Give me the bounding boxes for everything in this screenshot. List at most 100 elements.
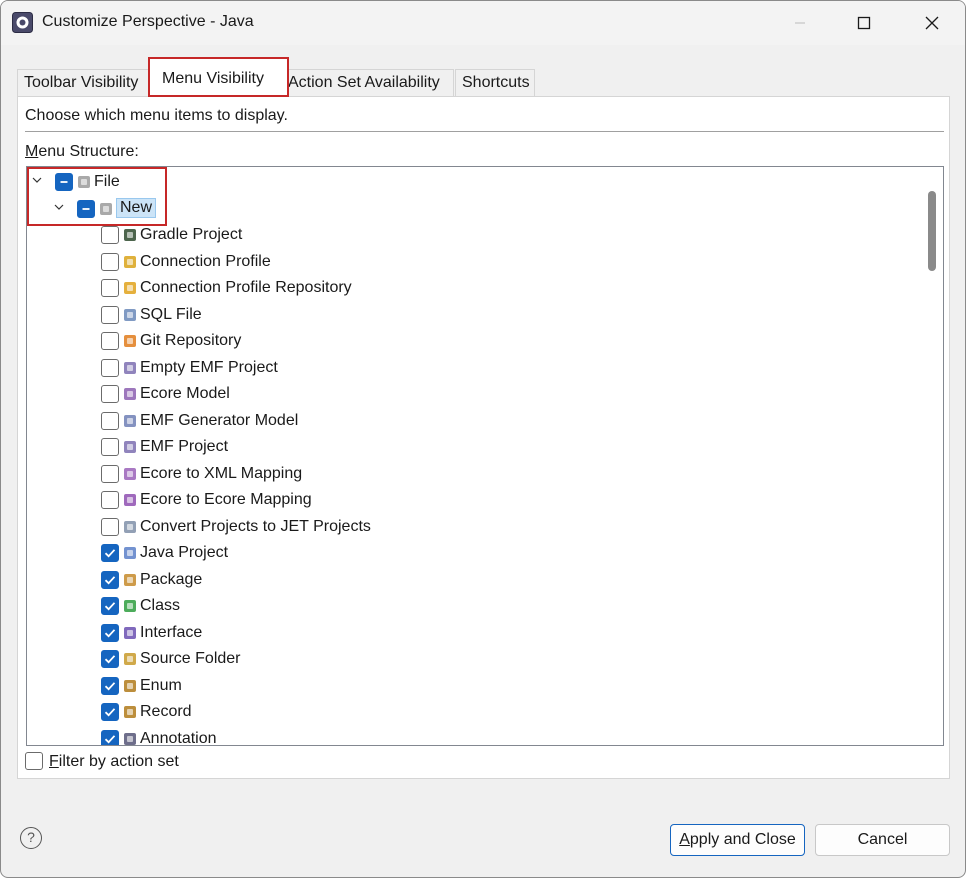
- item-checkbox[interactable]: [101, 411, 119, 430]
- item-label: Enum: [140, 676, 182, 694]
- connection-profile-icon: [122, 254, 138, 270]
- ecore-mapping-icon: [122, 492, 138, 508]
- tree-item-new[interactable]: New: [27, 197, 919, 223]
- tree-item-sql-file[interactable]: SQL File: [27, 303, 919, 329]
- file-icon: [76, 174, 92, 190]
- item-label: New: [116, 197, 157, 218]
- tree-item-gradle-project[interactable]: Gradle Project: [27, 223, 919, 249]
- item-label: Ecore to Ecore Mapping: [140, 491, 312, 508]
- item-checkbox[interactable]: [101, 305, 119, 324]
- item-label: Ecore Model: [140, 385, 230, 402]
- source-folder-icon: [122, 651, 138, 667]
- item-checkbox[interactable]: [101, 729, 119, 745]
- tree-item-convert-projects-to-jet-projects[interactable]: Convert Projects to JET Projects: [27, 515, 919, 541]
- emf-project-icon: [122, 439, 138, 455]
- new-icon: [98, 201, 114, 217]
- tab-action-set-availability[interactable]: Action Set Availability: [281, 69, 454, 97]
- menu-visibility-panel: Choose which menu items to display. Menu…: [17, 96, 950, 779]
- item-label: EMF Project: [140, 438, 229, 455]
- item-checkbox[interactable]: [101, 623, 119, 642]
- item-checkbox[interactable]: [101, 650, 119, 668]
- tree-item-ecore-to-ecore-mapping[interactable]: Ecore to Ecore Mapping: [27, 488, 919, 514]
- tree-item-empty-emf-project[interactable]: Empty EMF Project: [27, 356, 919, 382]
- item-label: Record: [140, 703, 192, 720]
- apply-and-close-button[interactable]: Apply and Close: [670, 824, 805, 856]
- tab-menu-visibility[interactable]: Menu Visibility: [148, 57, 289, 97]
- vertical-scrollbar[interactable]: [919, 167, 943, 745]
- item-label: SQL File: [140, 305, 202, 323]
- emf-generator-icon: [122, 413, 138, 429]
- tree-item-enum[interactable]: Enum: [27, 674, 919, 700]
- tree-item-package[interactable]: Package: [27, 568, 919, 594]
- item-checkbox[interactable]: [101, 676, 119, 695]
- tree-item-connection-profile-repository[interactable]: Connection Profile Repository: [27, 276, 919, 302]
- item-label: Java Project: [140, 544, 229, 561]
- enum-icon: [122, 678, 138, 694]
- minimize-button[interactable]: [771, 1, 829, 45]
- tree-item-file[interactable]: File: [27, 170, 919, 196]
- xml-mapping-icon: [122, 466, 138, 482]
- item-checkbox[interactable]: [101, 226, 119, 244]
- item-checkbox[interactable]: [101, 544, 119, 562]
- item-label: Convert Projects to JET Projects: [140, 517, 371, 535]
- item-label: Interface: [140, 623, 203, 641]
- tree-item-interface[interactable]: Interface: [27, 621, 919, 647]
- menu-structure-label: Menu Structure:: [25, 143, 139, 160]
- chevron-down-icon[interactable]: [53, 201, 67, 215]
- tree-item-git-repository[interactable]: Git Repository: [27, 329, 919, 355]
- item-label: Empty EMF Project: [140, 358, 278, 376]
- repository-icon: [122, 280, 138, 296]
- item-checkbox[interactable]: [101, 252, 119, 271]
- item-checkbox[interactable]: [101, 464, 119, 483]
- interface-icon: [122, 625, 138, 641]
- minimize-icon: [795, 22, 805, 24]
- tree-item-annotation[interactable]: Annotation: [27, 727, 919, 746]
- item-checkbox[interactable]: [101, 332, 119, 350]
- item-label: Git Repository: [140, 332, 242, 349]
- title-bar: Customize Perspective - Java: [1, 1, 965, 45]
- item-checkbox[interactable]: [101, 517, 119, 536]
- scrollbar-thumb[interactable]: [928, 191, 936, 271]
- chevron-down-icon[interactable]: [31, 174, 45, 188]
- item-checkbox[interactable]: [101, 570, 119, 589]
- tree-item-connection-profile[interactable]: Connection Profile: [27, 250, 919, 276]
- close-button[interactable]: [903, 1, 961, 45]
- item-checkbox[interactable]: [101, 438, 119, 456]
- window-title: Customize Perspective - Java: [42, 13, 254, 30]
- separator: [25, 131, 944, 132]
- item-label: Ecore to XML Mapping: [140, 464, 303, 482]
- menu-structure-tree[interactable]: File New Gradle Project Connection Profile C…: [26, 166, 944, 746]
- item-checkbox[interactable]: [77, 199, 95, 218]
- item-label: Package: [140, 570, 203, 588]
- help-icon[interactable]: ?: [20, 827, 42, 849]
- tree-item-emf-generator-model[interactable]: EMF Generator Model: [27, 409, 919, 435]
- item-checkbox[interactable]: [101, 491, 119, 509]
- item-checkbox[interactable]: [101, 385, 119, 403]
- customize-perspective-dialog: Customize Perspective - Java Toolbar Vis…: [0, 0, 966, 878]
- eclipse-icon: [12, 12, 33, 33]
- record-icon: [122, 704, 138, 720]
- item-label: Gradle Project: [140, 226, 243, 243]
- tree-item-record[interactable]: Record: [27, 700, 919, 726]
- gradle-icon: [122, 227, 138, 243]
- tree-item-class[interactable]: Class: [27, 594, 919, 620]
- maximize-button[interactable]: [835, 1, 893, 45]
- tree-item-source-folder[interactable]: Source Folder: [27, 647, 919, 673]
- tab-shortcuts[interactable]: Shortcuts: [455, 69, 535, 97]
- item-label: Annotation: [140, 729, 217, 746]
- item-checkbox[interactable]: [101, 597, 119, 615]
- tree-item-ecore-model[interactable]: Ecore Model: [27, 382, 919, 408]
- tree-item-java-project[interactable]: Java Project: [27, 541, 919, 567]
- filter-label: Filter by action set: [49, 753, 179, 770]
- tree-item-emf-project[interactable]: EMF Project: [27, 435, 919, 461]
- tree-item-ecore-to-xml-mapping[interactable]: Ecore to XML Mapping: [27, 462, 919, 488]
- tab-toolbar-visibility[interactable]: Toolbar Visibility: [17, 69, 151, 97]
- filter-checkbox[interactable]: [25, 752, 43, 770]
- cancel-button[interactable]: Cancel: [815, 824, 950, 856]
- item-checkbox[interactable]: [101, 358, 119, 377]
- item-checkbox[interactable]: [101, 279, 119, 297]
- item-checkbox[interactable]: [101, 703, 119, 721]
- item-label: Class: [140, 597, 181, 614]
- item-checkbox[interactable]: [55, 173, 73, 191]
- item-label: Connection Profile Repository: [140, 279, 352, 296]
